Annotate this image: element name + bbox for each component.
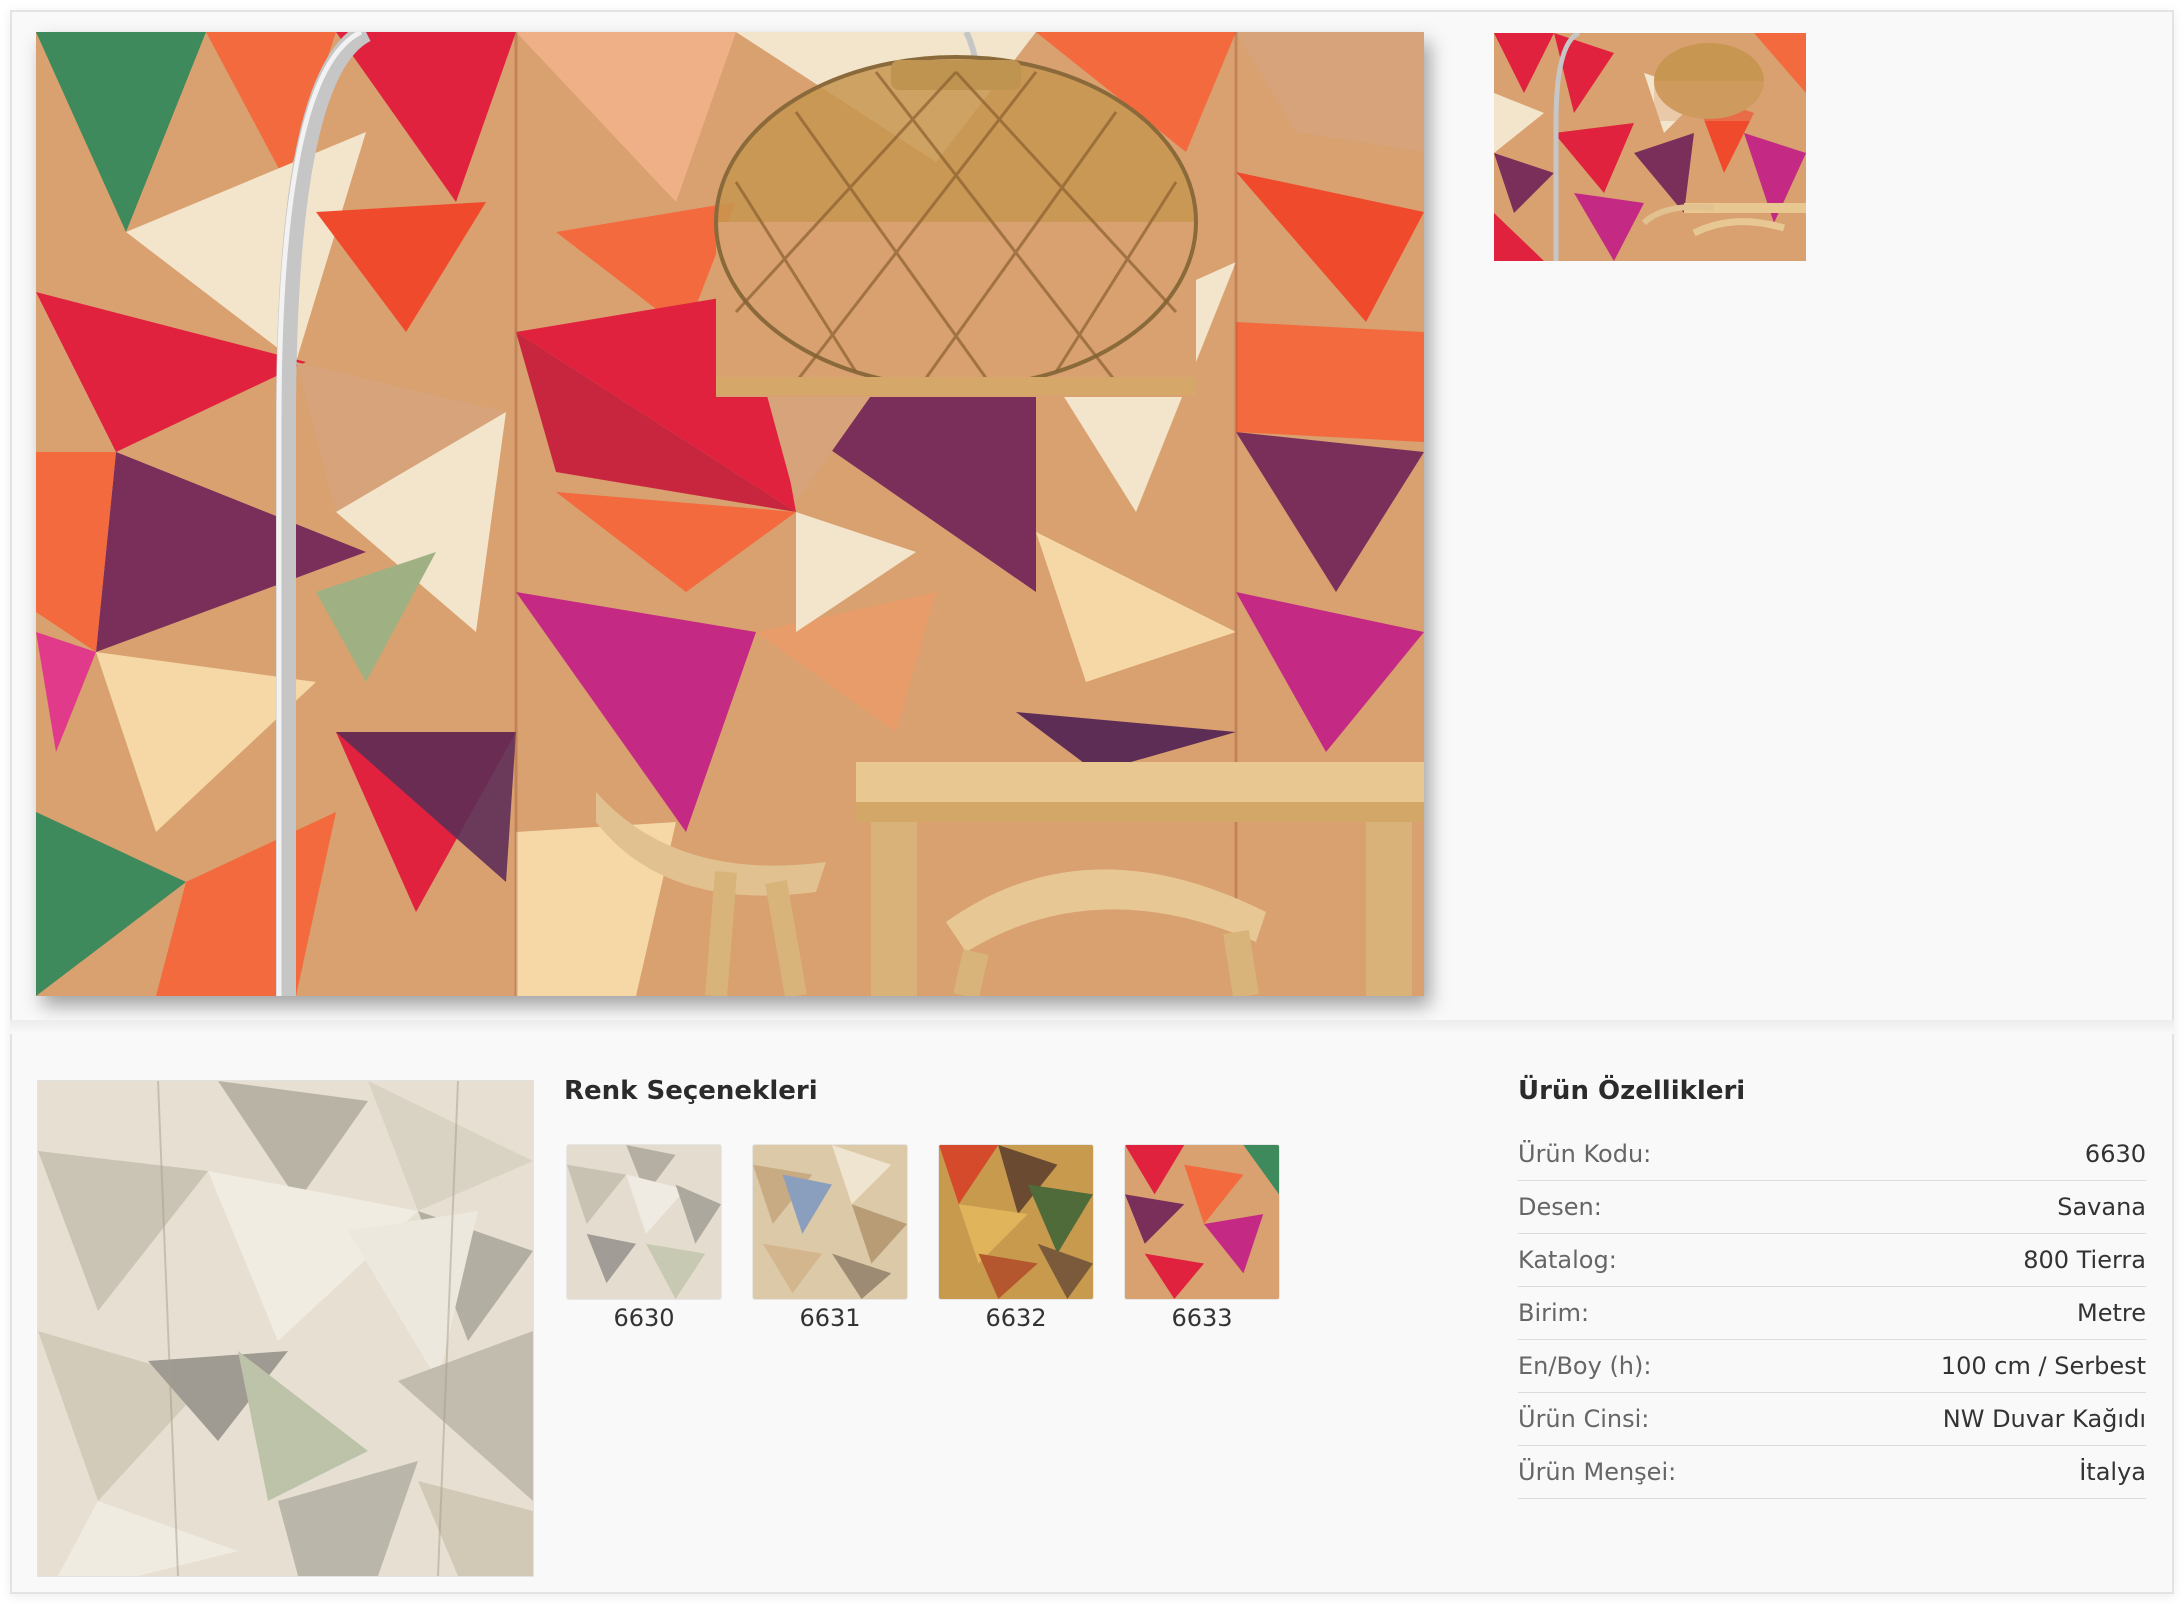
swatch-option-6631[interactable]: 6631 [752, 1144, 908, 1332]
swatch-code: 6633 [1171, 1304, 1233, 1332]
swatch-image[interactable] [938, 1144, 1094, 1300]
swatch-code: 6630 [613, 1304, 675, 1332]
swatch-pattern-neutral [567, 1145, 721, 1299]
spec-row-unit: Birim: Metre [1518, 1287, 2146, 1340]
spec-row-catalog: Katalog: 800 Tierra [1518, 1234, 2146, 1287]
spec-label: Ürün Menşei: [1518, 1458, 1677, 1486]
swatch-image[interactable] [566, 1144, 722, 1300]
spec-value: 800 Tierra [2023, 1246, 2146, 1274]
section-divider [10, 1020, 2174, 1034]
swatch-image[interactable] [752, 1144, 908, 1300]
spec-value: NW Duvar Kağıdı [1942, 1405, 2146, 1433]
swatch-pattern-earth [939, 1145, 1093, 1299]
spec-row-origin: Ürün Menşei: İtalya [1518, 1446, 2146, 1499]
product-specs-heading: Ürün Özellikleri [1518, 1076, 1746, 1106]
spec-value: Metre [2077, 1299, 2146, 1327]
swatch-pattern-beige-blue [753, 1145, 907, 1299]
spec-value: 6630 [2084, 1140, 2146, 1168]
swatch-option-6630[interactable]: 6630 [566, 1144, 722, 1332]
swatch-option-6632[interactable]: 6632 [938, 1144, 1094, 1332]
thumbnail-illustration [1494, 33, 1806, 261]
swatch-pattern-vivid [1125, 1145, 1279, 1299]
swatch-code: 6631 [799, 1304, 861, 1332]
room-scene-illustration [36, 32, 1424, 996]
swatch-code: 6632 [985, 1304, 1047, 1332]
spec-label: Birim: [1518, 1299, 1590, 1327]
spec-label: Ürün Cinsi: [1518, 1405, 1650, 1433]
spec-row-product-type: Ürün Cinsi: NW Duvar Kağıdı [1518, 1393, 2146, 1446]
neutral-pattern-illustration [38, 1081, 533, 1576]
spec-value: 100 cm / Serbest [1940, 1352, 2146, 1380]
spec-row-dimensions: En/Boy (h): 100 cm / Serbest [1518, 1340, 2146, 1393]
spec-label: En/Boy (h): [1518, 1352, 1652, 1380]
spec-label: Desen: [1518, 1193, 1602, 1221]
product-specs-table: Ürün Kodu: 6630 Desen: Savana Katalog: 8… [1518, 1128, 2146, 1499]
spec-value: Savana [2057, 1193, 2146, 1221]
spec-row-pattern: Desen: Savana [1518, 1181, 2146, 1234]
product-thumbnail[interactable] [1494, 33, 1806, 261]
swatch-image[interactable] [1124, 1144, 1280, 1300]
spec-row-product-code: Ürün Kodu: 6630 [1518, 1128, 2146, 1181]
product-main-image[interactable] [36, 32, 1424, 996]
spec-label: Katalog: [1518, 1246, 1617, 1274]
swatch-option-6633[interactable]: 6633 [1124, 1144, 1280, 1332]
spec-value: İtalya [2079, 1458, 2146, 1486]
color-options-heading: Renk Seçenekleri [564, 1076, 818, 1106]
pattern-sample-image[interactable] [37, 1080, 534, 1577]
spec-label: Ürün Kodu: [1518, 1140, 1652, 1168]
